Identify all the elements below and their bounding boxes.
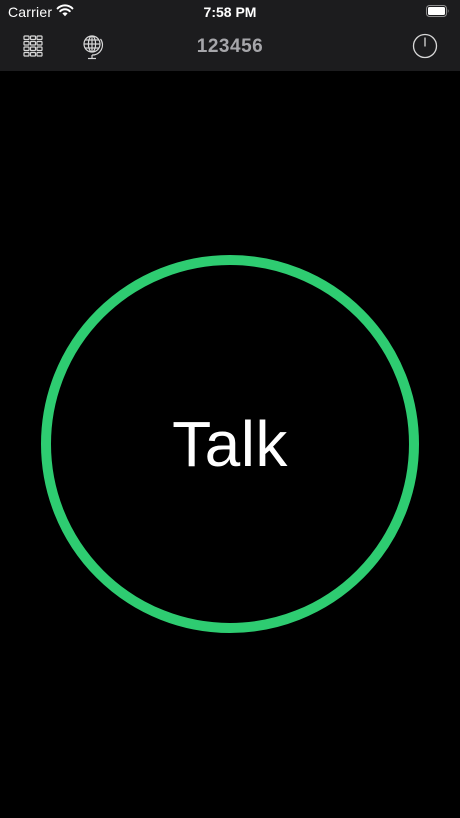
battery-full-icon xyxy=(426,5,449,17)
talk-label: Talk xyxy=(172,408,288,480)
power-icon xyxy=(412,33,438,59)
main-content: Talk xyxy=(0,71,460,818)
globe-button[interactable] xyxy=(81,34,105,60)
power-button[interactable] xyxy=(412,33,438,59)
keypad-button[interactable] xyxy=(22,35,48,59)
navigation-bar: 123456 xyxy=(0,24,460,71)
talk-button[interactable]: Talk xyxy=(41,255,419,633)
status-bar: Carrier 7:58 PM xyxy=(0,0,460,24)
globe-icon xyxy=(83,35,104,60)
keypad-icon xyxy=(23,35,43,57)
nav-title: 123456 xyxy=(196,36,264,57)
status-time: 7:58 PM xyxy=(203,4,257,20)
app-screen: Carrier 7:58 PM 123456 Talk xyxy=(0,0,460,818)
